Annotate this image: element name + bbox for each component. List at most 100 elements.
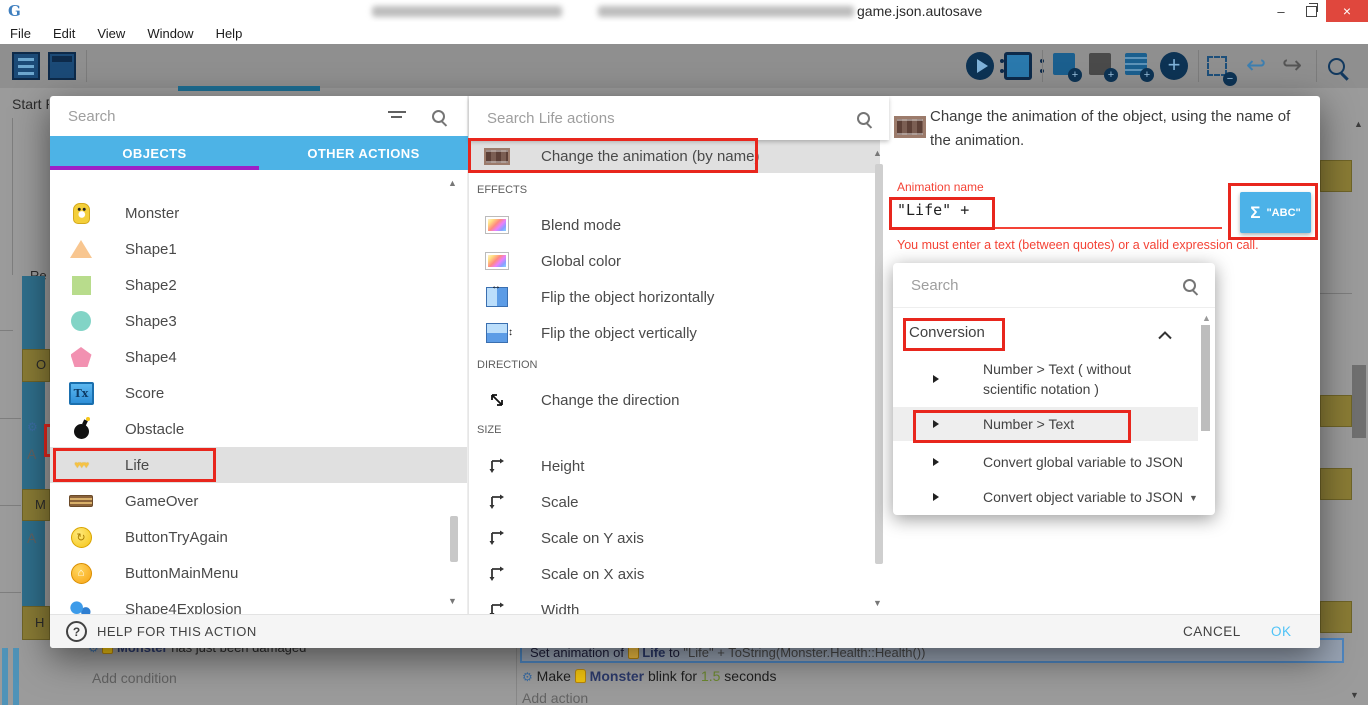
list-scroll-up-icon[interactable]: ▲: [448, 178, 457, 188]
object-row-gameover[interactable]: GameOver: [50, 483, 467, 519]
events-sheet-icon[interactable]: [12, 52, 40, 80]
menu-help[interactable]: Help: [216, 26, 243, 41]
list-scroll-down-icon[interactable]: ▼: [873, 598, 882, 608]
object-row-monster[interactable]: Monster: [50, 195, 467, 231]
actions-search-input[interactable]: [485, 109, 829, 128]
play-icon[interactable]: [966, 52, 994, 80]
caret-right-icon: [933, 375, 939, 383]
action-row-height[interactable]: Height: [469, 448, 880, 484]
close-button[interactable]: ×: [1326, 0, 1368, 22]
caret-right-icon: [933, 493, 939, 501]
window-titlebar: G game.json.autosave – ×: [0, 0, 1368, 23]
object-row-shape3[interactable]: Shape3: [50, 303, 467, 339]
home-button-object-icon: [68, 561, 94, 585]
expression-editor-button[interactable]: Σ "ABC": [1240, 192, 1311, 233]
event-block: [1320, 395, 1352, 427]
scroll-up-icon: ▲: [1202, 313, 1211, 323]
hearts-object-icon: ♥♥♥: [68, 453, 94, 477]
add-comment-icon[interactable]: +: [1088, 52, 1116, 80]
actions-list-scrollbar[interactable]: [875, 164, 883, 564]
objects-list-scrollbar[interactable]: [450, 516, 458, 562]
object-row-buttontryagain[interactable]: ButtonTryAgain: [50, 519, 467, 555]
chevron-up-icon: [1158, 327, 1172, 344]
object-row-score[interactable]: Tx Score: [50, 375, 467, 411]
add-icon[interactable]: +: [1160, 52, 1188, 80]
filter-icon[interactable]: [388, 111, 406, 121]
restore-button[interactable]: [1296, 0, 1326, 22]
object-row-life[interactable]: ♥♥♥ Life: [50, 447, 467, 483]
film-icon: [894, 116, 926, 138]
add-sub-event-icon[interactable]: +: [1052, 52, 1080, 80]
flip-vertical-icon: [483, 321, 511, 345]
action-description: Change the animation of the object, usin…: [930, 105, 1302, 153]
circle-object-icon: [68, 309, 94, 333]
menu-view[interactable]: View: [97, 26, 125, 41]
diagonal-arrow-icon: [483, 388, 511, 412]
object-row-buttonmainmenu[interactable]: ButtonMainMenu: [50, 555, 467, 591]
action-row-blend-mode[interactable]: Blend mode: [469, 207, 880, 243]
rainbow-icon: [483, 213, 511, 237]
expression-item-object-var-json[interactable]: Convert object variable to JSON: [893, 480, 1198, 513]
expression-item-global-var-json[interactable]: Convert global variable to JSON: [893, 445, 1198, 478]
action-row-scale[interactable]: Scale: [469, 484, 880, 520]
object-row-shape1[interactable]: Shape1: [50, 231, 467, 267]
popover-scrollbar[interactable]: ▲: [1201, 313, 1210, 503]
actions-search-row: [469, 96, 889, 140]
triangle-object-icon: [68, 237, 94, 261]
scene-editor-icon[interactable]: [48, 52, 76, 80]
object-row-shape2[interactable]: Shape2: [50, 267, 467, 303]
gdevelop-logo-icon: G: [8, 2, 21, 20]
cancel-button[interactable]: CANCEL: [1183, 624, 1241, 639]
tab-other-actions[interactable]: OTHER ACTIONS: [259, 136, 468, 170]
scroll-down-icon[interactable]: ▼: [1350, 690, 1359, 700]
blurred-title-right: [598, 6, 854, 17]
active-tab-underline: [50, 166, 259, 170]
add-event-icon[interactable]: +: [1124, 52, 1152, 80]
action-row-global-color[interactable]: Global color: [469, 243, 880, 279]
caret-right-icon: [933, 420, 939, 428]
list-scroll-up-icon[interactable]: ▲: [873, 148, 882, 158]
expression-item-number-to-text-no-sci[interactable]: Number > Text ( without scientific notat…: [893, 353, 1198, 405]
resize-arrow-icon: [483, 526, 511, 550]
menu-edit[interactable]: Edit: [53, 26, 75, 41]
ok-button[interactable]: OK: [1271, 624, 1292, 639]
object-row-obstacle[interactable]: Obstacle: [50, 411, 467, 447]
vertical-scrollbar[interactable]: [1352, 365, 1366, 438]
section-header-direction: DIRECTION: [477, 359, 538, 371]
sigma-icon: Σ: [1250, 203, 1260, 223]
action-row-scale-y[interactable]: Scale on Y axis: [469, 520, 880, 556]
action-row-flip-vertically[interactable]: Flip the object vertically: [469, 315, 880, 351]
section-header-size: SIZE: [477, 424, 501, 436]
remove-selection-icon[interactable]: −: [1207, 56, 1235, 84]
list-scroll-down-icon[interactable]: ▼: [448, 596, 457, 606]
square-object-icon: [68, 273, 94, 297]
action-row-scale-x[interactable]: Scale on X axis: [469, 556, 880, 592]
action-row-flip-horizontally[interactable]: Flip the object horizontally: [469, 279, 880, 315]
resize-arrow-icon: [483, 490, 511, 514]
blurred-title-left: [372, 6, 562, 17]
minimize-button[interactable]: –: [1266, 0, 1296, 22]
object-row-shape4[interactable]: Shape4: [50, 339, 467, 375]
resize-arrow-icon: [483, 562, 511, 586]
undo-icon[interactable]: ↩: [1242, 52, 1270, 80]
redo-icon[interactable]: ↪: [1278, 52, 1306, 80]
search-toolbar-icon[interactable]: [1328, 58, 1356, 86]
menu-file[interactable]: File: [10, 26, 31, 41]
objects-search-input[interactable]: [66, 107, 370, 126]
scroll-up-icon[interactable]: ▲: [1354, 119, 1363, 129]
action-row-change-direction[interactable]: Change the direction: [469, 382, 880, 418]
action-row-change-animation-by-name[interactable]: Change the animation (by name): [469, 140, 880, 173]
expression-search-input[interactable]: [909, 276, 1163, 295]
help-link[interactable]: HELP FOR THIS ACTION: [97, 624, 257, 639]
menu-window[interactable]: Window: [147, 26, 193, 41]
restore-icon: [1306, 6, 1317, 17]
tab-objects[interactable]: OBJECTS: [50, 136, 259, 170]
animation-name-input[interactable]: "Life" +: [897, 201, 969, 219]
caret-right-icon: [933, 458, 939, 466]
field-error-underline: [896, 227, 1222, 229]
debug-icon[interactable]: [1004, 52, 1032, 80]
text-object-icon: Tx: [68, 381, 94, 405]
list-scroll-down-icon[interactable]: ▼: [1189, 493, 1198, 503]
group-conversion[interactable]: Conversion: [893, 315, 1198, 349]
expression-item-number-to-text[interactable]: Number > Text: [893, 407, 1198, 441]
